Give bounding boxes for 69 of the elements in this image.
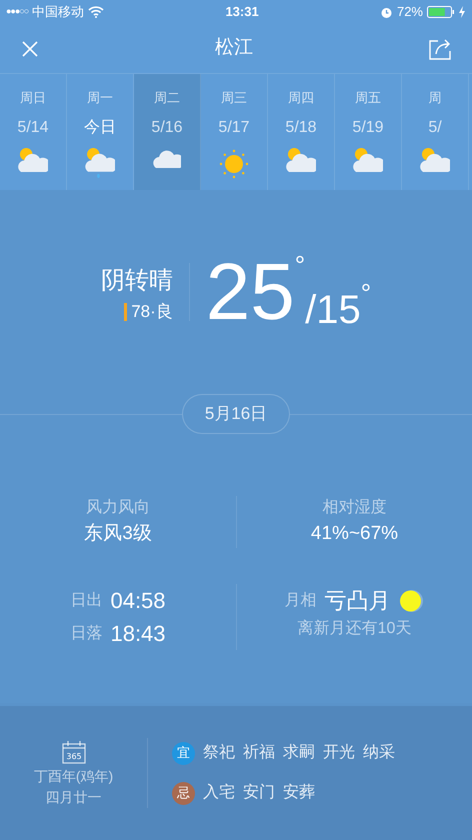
almanac-item: 安门 [243,782,275,803]
moon-note: 离新月还有10天 [298,618,412,639]
almanac-item: 求嗣 [283,742,315,763]
date-label: 今日 [84,118,116,138]
lunar-date: 四月廿一 [46,789,102,806]
page-title: 松江 [215,36,253,60]
day-tab[interactable]: 周日 5/14 [0,74,67,190]
almanac-item: 入宅 [203,782,235,803]
wind-label: 风力风向 [86,498,150,518]
sun-cloud-icon [18,148,48,172]
wind-value: 东风3级 [84,522,152,546]
date-label: 5/18 [285,118,317,138]
carrier-name: 中国移动 [32,3,84,22]
weather-condition: 阴转晴 [100,266,173,296]
weekday-label: 周五 [355,89,381,107]
sunset-time: 18:43 [110,620,166,648]
almanac-badge: 忌 [172,782,195,804]
day-tab[interactable]: 周二 5/16 [134,74,201,190]
close-icon [20,38,40,58]
sunrise-time: 04:58 [110,587,166,615]
signal-dots: ●●●○○ [6,5,28,18]
sun-cloud-rain-icon [85,148,115,178]
sun-cloud-icon [353,148,383,172]
weekday-label: 周三 [221,89,247,107]
slash: / [305,290,316,330]
moon-icon [398,588,424,614]
share-icon [428,36,452,60]
battery-percent: 72% [396,3,423,22]
moon-phase: 亏凸月 [324,587,390,615]
sunrise-label: 日出 [70,590,102,610]
day-tab[interactable]: 周四 5/18 [268,74,335,190]
almanac-item: 安葬 [283,782,315,803]
day-tab[interactable]: 周 5/ [402,74,469,190]
cloud-icon [153,148,181,168]
lunar-year: 丁酉年(鸡年) [34,768,114,785]
low-temperature: 15 [316,290,361,330]
humidity-value: 41%~67% [310,522,398,546]
humidity-label: 相对湿度 [322,498,386,518]
date-pill: 5月16日 [182,394,290,434]
sun-cloud-icon [286,148,316,172]
moon-label: 月相 [284,590,316,610]
date-label: 5/14 [17,118,49,138]
date-label: 5/ [428,118,442,138]
weekday-label: 周一 [87,89,113,107]
sun-icon [218,148,250,180]
date-label: 5/16 [151,118,183,138]
date-label: 5/19 [352,118,384,138]
battery-icon [427,6,455,18]
sunset-label: 日落 [70,624,102,644]
almanac-item: 祈福 [243,742,275,763]
almanac-item: 祭祀 [203,742,235,763]
sun-cloud-icon [420,148,450,172]
almanac-item: 开光 [323,742,355,763]
weekday-label: 周日 [20,89,46,107]
degree-sign: ° [360,280,372,306]
degree-sign: ° [294,252,306,278]
high-temperature: 25 [206,252,295,332]
status-time: 13:31 [225,3,259,22]
alarm-icon [380,6,393,18]
weekday-label: 周四 [288,89,314,107]
almanac-badge: 宜 [172,742,195,764]
weekday-label: 周二 [154,89,180,107]
day-tab[interactable]: 周五 5/19 [335,74,402,190]
date-label: 5/17 [218,118,250,138]
charging-icon [459,6,466,18]
weekday-label: 周 [428,89,442,107]
wifi-icon [88,6,104,18]
air-quality-index: 78·良 [124,302,173,322]
almanac-item: 纳采 [363,742,395,763]
